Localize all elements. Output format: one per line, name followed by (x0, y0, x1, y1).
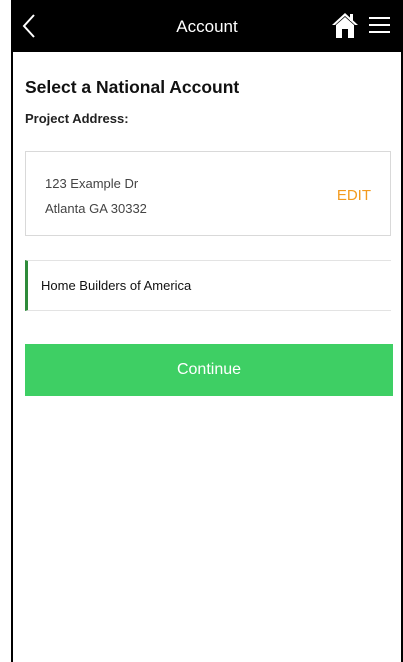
continue-button[interactable]: Continue (25, 344, 393, 396)
menu-button[interactable] (368, 15, 392, 35)
top-navigation-bar: Account (13, 0, 401, 52)
address-line-1: 123 Example Dr (45, 176, 139, 191)
account-name: Home Builders of America (41, 278, 192, 293)
phone-screen: Account Select a National Account Projec… (11, 0, 403, 662)
home-button[interactable] (331, 11, 359, 39)
project-address-label: Project Address: (25, 111, 129, 126)
home-icon (332, 13, 358, 38)
hamburger-menu-icon (369, 17, 390, 33)
address-line-2: Atlanta GA 30332 (45, 201, 147, 216)
edit-address-link[interactable]: EDIT (337, 187, 371, 205)
address-card: 123 Example Dr Atlanta GA 30332 EDIT (25, 151, 391, 236)
account-list-item[interactable]: Home Builders of America (25, 260, 391, 311)
section-heading: Select a National Account (25, 77, 240, 97)
